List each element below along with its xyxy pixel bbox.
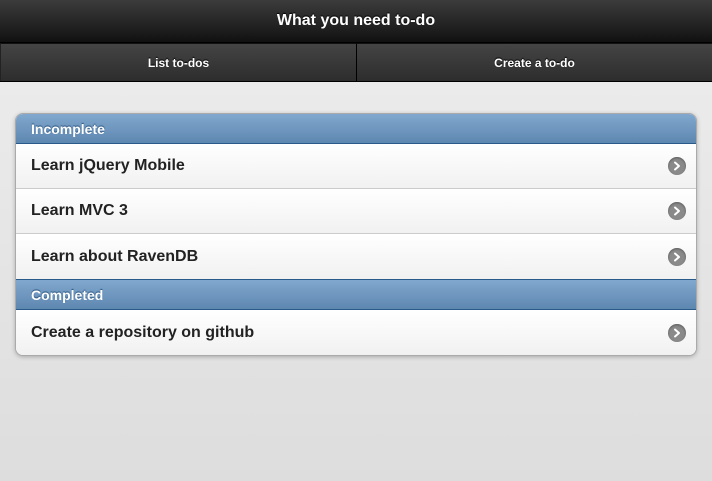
- list-item-learn-mvc3[interactable]: Learn MVC 3: [16, 189, 696, 234]
- arrow-right-icon: [668, 202, 686, 220]
- divider-label: Incomplete: [31, 120, 105, 137]
- arrow-right-icon: [668, 323, 686, 342]
- nav-item-label: Create a to-do: [494, 55, 575, 70]
- arrow-right-icon: [668, 157, 686, 175]
- arrow-right-icon: [668, 247, 686, 266]
- list-divider-completed: Completed: [16, 279, 696, 310]
- list-item-label: Create a repository on github: [31, 323, 255, 341]
- app-header: What you need to-do: [0, 0, 712, 43]
- todo-listview: Incomplete Learn jQuery Mobile Learn MVC…: [15, 113, 697, 356]
- nav-item-label: List to-dos: [147, 55, 210, 70]
- list-item-label: Learn MVC 3: [31, 202, 128, 219]
- list-divider-incomplete: Incomplete: [16, 114, 696, 144]
- list-item-label: Learn about RavenDB: [31, 247, 199, 265]
- page-title: What you need to-do: [276, 12, 436, 29]
- list-item-learn-ravendb[interactable]: Learn about RavenDB: [16, 234, 696, 279]
- nav-create-todo-button[interactable]: Create a to-do: [356, 43, 712, 81]
- list-item-learn-jquery-mobile[interactable]: Learn jQuery Mobile: [16, 144, 696, 189]
- list-item-create-repo-github[interactable]: Create a repository on github: [16, 310, 696, 355]
- navbar: List to-dos Create a to-do: [0, 43, 712, 82]
- list-item-label: Learn jQuery Mobile: [31, 157, 185, 174]
- divider-label: Completed: [31, 286, 104, 303]
- nav-list-todos-button[interactable]: List to-dos: [0, 43, 356, 81]
